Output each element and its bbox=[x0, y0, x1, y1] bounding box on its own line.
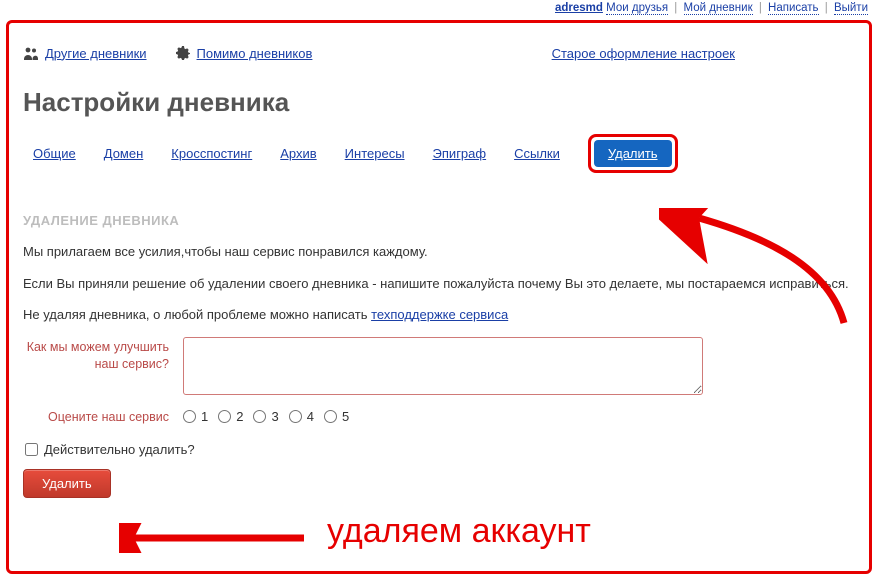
tab-delete[interactable]: Удалить bbox=[594, 140, 672, 167]
gear-icon bbox=[175, 45, 191, 61]
intro-text-1: Мы прилагаем все усилия,чтобы наш сервис… bbox=[23, 242, 855, 262]
tab-links[interactable]: Ссылки bbox=[514, 146, 560, 161]
rating-radio-5[interactable] bbox=[324, 410, 337, 423]
tab-epigraph[interactable]: Эпиграф bbox=[433, 146, 487, 161]
delete-button[interactable]: Удалить bbox=[23, 469, 111, 498]
intro-text-3: Не удаляя дневника, о любой проблеме мож… bbox=[23, 305, 855, 325]
confirm-row: Действительно удалить? bbox=[25, 442, 855, 457]
nav-old-style-link[interactable]: Старое оформление настроек bbox=[552, 46, 735, 61]
rating-radio-4[interactable] bbox=[289, 410, 302, 423]
support-link[interactable]: техподдержке сервиса bbox=[371, 307, 508, 322]
feedback-row: Как мы можем улучшить наш сервис? bbox=[23, 337, 855, 395]
separator: | bbox=[674, 2, 677, 14]
topbar-link-logout[interactable]: Выйти bbox=[834, 2, 868, 15]
intro-text-2: Если Вы приняли решение об удалении свое… bbox=[23, 274, 855, 294]
confirm-delete-label: Действительно удалить? bbox=[44, 442, 195, 457]
separator: | bbox=[825, 2, 828, 14]
rating-opt-3-label: 3 bbox=[271, 409, 278, 424]
rating-opt-1-label: 1 bbox=[201, 409, 208, 424]
username-link[interactable]: adresmd bbox=[555, 2, 603, 14]
rating-label: Оцените наш сервис bbox=[23, 409, 183, 427]
intro-text-3-prefix: Не удаляя дневника, о любой проблеме мож… bbox=[23, 307, 371, 322]
nav-besides-diaries-label: Помимо дневников bbox=[197, 46, 313, 61]
settings-tabs: Общие Домен Кросспостинг Архив Интересы … bbox=[23, 134, 855, 173]
nav-other-diaries-label: Другие дневники bbox=[45, 46, 147, 61]
tab-archive[interactable]: Архив bbox=[280, 146, 316, 161]
tab-domain[interactable]: Домен bbox=[104, 146, 144, 161]
feedback-label: Как мы можем улучшить наш сервис? bbox=[23, 337, 183, 374]
topbar-link-write[interactable]: Написать bbox=[768, 2, 819, 15]
secondary-nav: Другие дневники Помимо дневников Старое … bbox=[23, 45, 855, 61]
rating-radio-3[interactable] bbox=[253, 410, 266, 423]
feedback-textarea[interactable] bbox=[183, 337, 703, 395]
section-title: УДАЛЕНИЕ ДНЕВНИКА bbox=[23, 213, 855, 228]
annotation-tab-highlight: Удалить bbox=[588, 134, 678, 173]
separator: | bbox=[759, 2, 762, 14]
topbar-link-friends[interactable]: Мои друзья bbox=[606, 2, 668, 15]
rating-opt-4-label: 4 bbox=[307, 409, 314, 424]
annotation-outer-border: Другие дневники Помимо дневников Старое … bbox=[6, 20, 872, 574]
main-content: Другие дневники Помимо дневников Старое … bbox=[9, 23, 869, 512]
nav-besides-diaries[interactable]: Помимо дневников bbox=[175, 45, 313, 61]
rating-radio-1[interactable] bbox=[183, 410, 196, 423]
people-icon bbox=[23, 45, 39, 61]
annotation-caption: удаляем аккаунт bbox=[327, 512, 591, 551]
nav-other-diaries[interactable]: Другие дневники bbox=[23, 45, 147, 61]
rating-opt-2-label: 2 bbox=[236, 409, 243, 424]
tab-crossposting[interactable]: Кросспостинг bbox=[171, 146, 252, 161]
top-user-bar: adresmd Мои друзья | Мой дневник | Напис… bbox=[555, 2, 868, 14]
page-title: Настройки дневника bbox=[23, 87, 855, 118]
rating-radio-2[interactable] bbox=[218, 410, 231, 423]
tab-interests[interactable]: Интересы bbox=[345, 146, 405, 161]
rating-row: Оцените наш сервис 1 2 3 4 5 bbox=[23, 409, 855, 427]
rating-opt-5-label: 5 bbox=[342, 409, 349, 424]
topbar-link-mydiary[interactable]: Мой дневник bbox=[684, 2, 753, 15]
annotation-arrow-to-button bbox=[119, 523, 309, 553]
tab-general[interactable]: Общие bbox=[33, 146, 76, 161]
rating-options: 1 2 3 4 5 bbox=[183, 409, 355, 424]
confirm-delete-checkbox[interactable] bbox=[25, 443, 38, 456]
